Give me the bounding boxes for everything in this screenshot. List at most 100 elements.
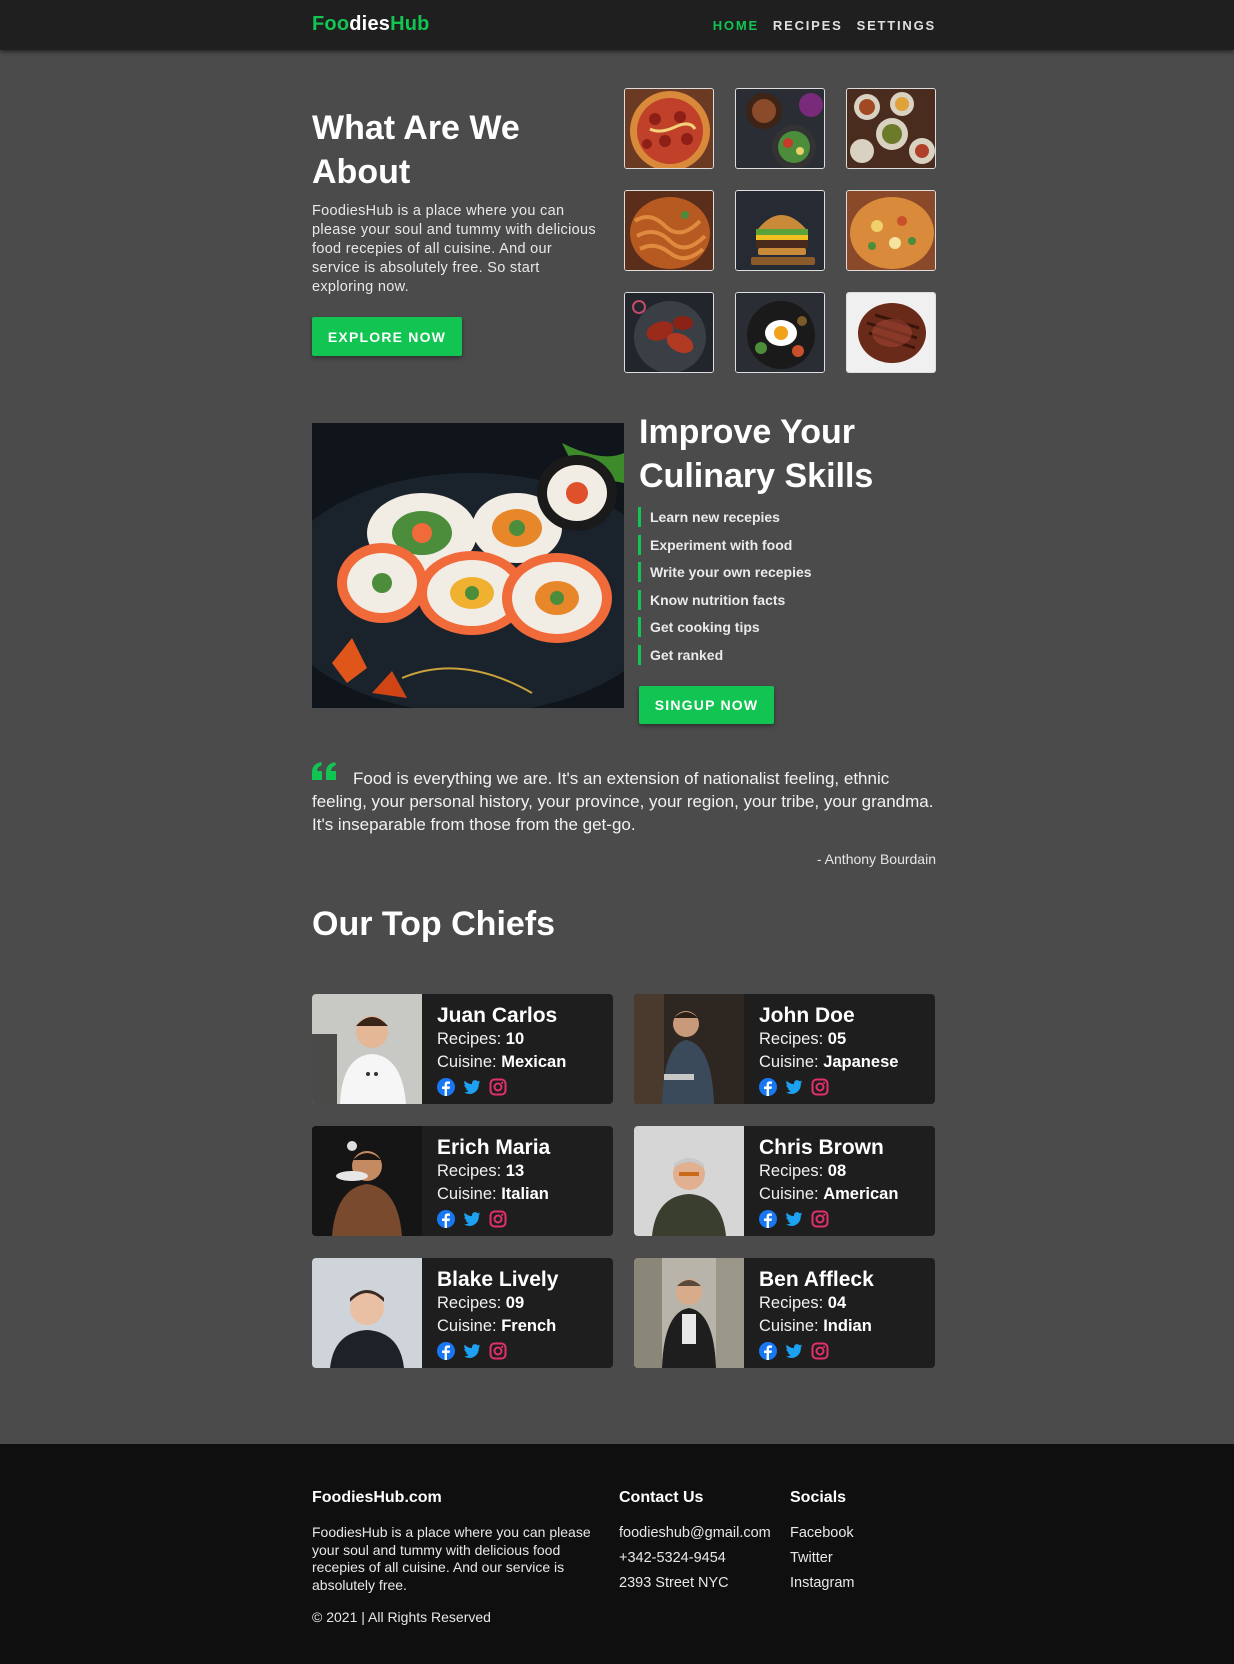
- about-title: What Are We About: [312, 109, 520, 191]
- fried-egg-rice-image: [735, 292, 825, 373]
- logo-part: dies: [349, 13, 391, 35]
- chef-avatar: [634, 1126, 744, 1236]
- noodles-image: [624, 190, 714, 271]
- chef-name: Ben Affleck: [759, 1268, 874, 1291]
- footer-about-text: FoodiesHub is a place where you can plea…: [312, 1524, 591, 1593]
- twitter-icon[interactable]: [463, 1078, 481, 1096]
- burger-image: [735, 190, 825, 271]
- twitter-icon[interactable]: [785, 1342, 803, 1360]
- table-dishes-image: [846, 88, 936, 169]
- chef-cuisine: Cuisine: Italian: [437, 1185, 549, 1204]
- twitter-icon[interactable]: [463, 1210, 481, 1228]
- food-gallery: [624, 88, 936, 373]
- sushi-image: [312, 423, 624, 708]
- footer-link-instagram[interactable]: Instagram: [790, 1574, 854, 1599]
- contact-address: 2393 Street NYC: [619, 1575, 729, 1591]
- chef-card: Blake Lively Recipes: 09 Cuisine: French: [312, 1258, 613, 1368]
- value: Mexican: [501, 1053, 567, 1071]
- skills-list: Learn new recepies Experiment with food …: [638, 507, 812, 673]
- chef-name: Chris Brown: [759, 1136, 884, 1159]
- facebook-icon[interactable]: [437, 1078, 455, 1096]
- facebook-icon[interactable]: [437, 1342, 455, 1360]
- chef-socials: [759, 1078, 829, 1096]
- nav-link-home[interactable]: HOME: [713, 18, 759, 33]
- signup-now-button[interactable]: SINGUP NOW: [639, 686, 774, 724]
- logo-part: Foo: [312, 13, 350, 35]
- quote-text: Food is everything we are. It's an exten…: [312, 769, 934, 834]
- socials-list: Facebook Twitter Instagram: [790, 1524, 854, 1599]
- chef-name: Erich Maria: [437, 1136, 551, 1159]
- chefs-title: Our Top Chiefs: [312, 905, 556, 943]
- facebook-icon[interactable]: [437, 1210, 455, 1228]
- instagram-icon[interactable]: [489, 1078, 507, 1096]
- logo[interactable]: FoodiesHub: [312, 13, 430, 36]
- chef-recipes: Recipes: 04: [759, 1294, 846, 1313]
- chef-avatar: [312, 1258, 422, 1368]
- chef-recipes: Recipes: 05: [759, 1030, 846, 1049]
- chef-card: Erich Maria Recipes: 13 Cuisine: Italian: [312, 1126, 613, 1236]
- chef-card: John Doe Recipes: 05 Cuisine: Japanese: [634, 994, 935, 1104]
- facebook-icon[interactable]: [759, 1210, 777, 1228]
- footer-link-twitter[interactable]: Twitter: [790, 1549, 854, 1574]
- chef-card: Chris Brown Recipes: 08 Cuisine: America…: [634, 1126, 935, 1236]
- chef-socials: [759, 1210, 829, 1228]
- copyright: © 2021 | All Rights Reserved: [312, 1609, 491, 1625]
- skill-item: Get ranked: [638, 644, 812, 665]
- twitter-icon[interactable]: [785, 1210, 803, 1228]
- chef-avatar: [312, 1126, 422, 1236]
- label: Recipes:: [437, 1162, 506, 1180]
- skill-item: Get cooking tips: [638, 617, 812, 638]
- value: 08: [827, 1162, 847, 1180]
- nav-menu: HOME RECIPES SETTINGS: [713, 18, 936, 33]
- twitter-icon[interactable]: [785, 1078, 803, 1096]
- about-text: FoodiesHub is a place where you can plea…: [312, 203, 596, 295]
- chef-socials: [437, 1210, 507, 1228]
- nav-link-settings[interactable]: SETTINGS: [857, 18, 936, 33]
- chef-socials: [759, 1342, 829, 1360]
- pizza-image: [624, 88, 714, 169]
- chicken-wings-image: [624, 292, 714, 373]
- contact-email[interactable]: foodieshub@gmail.com: [619, 1524, 771, 1549]
- label: Cuisine:: [437, 1185, 502, 1203]
- chef-cuisine: Cuisine: Japanese: [759, 1053, 898, 1072]
- value: 13: [505, 1162, 525, 1180]
- top-navbar: FoodiesHub HOME RECIPES SETTINGS: [0, 0, 1234, 50]
- facebook-icon[interactable]: [759, 1078, 777, 1096]
- label: Cuisine:: [759, 1053, 824, 1071]
- value: Italian: [501, 1185, 549, 1203]
- instagram-icon[interactable]: [811, 1078, 829, 1096]
- instagram-icon[interactable]: [489, 1210, 507, 1228]
- logo-part: Hub: [390, 13, 430, 35]
- label: Recipes:: [759, 1030, 828, 1048]
- chef-card: Juan Carlos Recipes: 10 Cuisine: Mexican: [312, 994, 613, 1104]
- chef-name: John Doe: [759, 1004, 855, 1027]
- skill-item: Experiment with food: [638, 534, 812, 555]
- nav-link-recipes[interactable]: RECIPES: [773, 18, 843, 33]
- chef-name: Blake Lively: [437, 1268, 559, 1291]
- explore-now-button[interactable]: EXPLORE NOW: [312, 317, 462, 356]
- biryani-image: [846, 190, 936, 271]
- instagram-icon[interactable]: [489, 1342, 507, 1360]
- chef-avatar: [634, 994, 744, 1104]
- instagram-icon[interactable]: [811, 1210, 829, 1228]
- label: Recipes:: [759, 1294, 828, 1312]
- instagram-icon[interactable]: [811, 1342, 829, 1360]
- value: 05: [827, 1030, 847, 1048]
- footer-link-facebook[interactable]: Facebook: [790, 1524, 854, 1549]
- footer: FoodiesHub.com FoodiesHub is a place whe…: [0, 1444, 1234, 1664]
- chef-socials: [437, 1342, 507, 1360]
- value: 09: [505, 1294, 525, 1312]
- twitter-icon[interactable]: [463, 1342, 481, 1360]
- chef-socials: [437, 1078, 507, 1096]
- label: Recipes:: [437, 1294, 506, 1312]
- contact-phone[interactable]: +342-5324-9454: [619, 1549, 771, 1574]
- label: Recipes:: [437, 1030, 506, 1048]
- chef-name: Juan Carlos: [437, 1004, 558, 1027]
- value: American: [823, 1185, 899, 1203]
- salad-bowls-image: [735, 88, 825, 169]
- facebook-icon[interactable]: [759, 1342, 777, 1360]
- contact-list: foodieshub@gmail.com +342-5324-9454 2393…: [619, 1524, 771, 1599]
- chef-cuisine: Cuisine: American: [759, 1185, 898, 1204]
- chef-recipes: Recipes: 08: [759, 1162, 846, 1181]
- label: Cuisine:: [437, 1053, 502, 1071]
